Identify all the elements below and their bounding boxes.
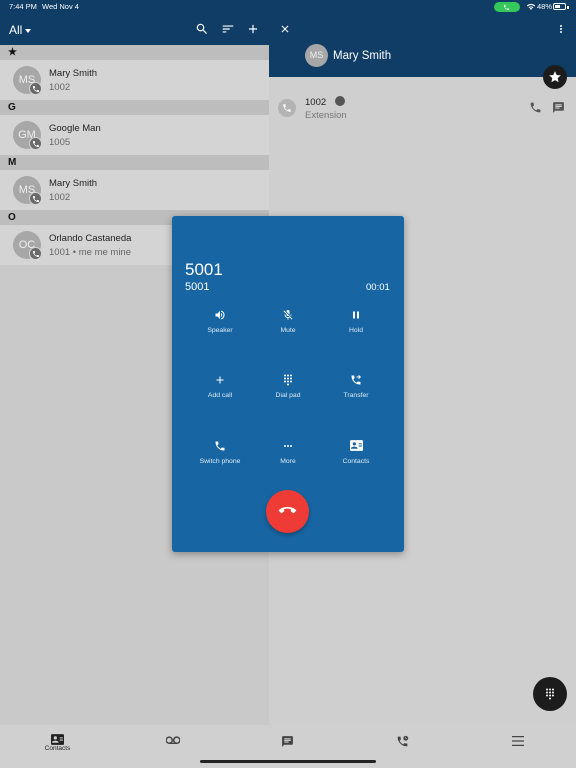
- tab-contacts[interactable]: Contacts: [0, 725, 115, 768]
- hold-label: Hold: [349, 327, 363, 334]
- extension-number: 1002: [305, 97, 327, 108]
- contact-name: Mary Smith: [49, 68, 98, 79]
- section-header: ★: [0, 45, 269, 60]
- extension-label: Extension: [305, 110, 347, 121]
- hangup-button[interactable]: [266, 490, 309, 533]
- dialpad-button[interactable]: [533, 677, 567, 711]
- contacts-header: All: [0, 14, 269, 45]
- contact-name: Google Man: [49, 123, 101, 134]
- contact-ext: 1001 • me me mine: [49, 247, 132, 258]
- status-bar: 7:44 PM Wed Nov 4 48%: [0, 0, 576, 14]
- more-button[interactable]: More: [255, 440, 321, 480]
- transfer-icon: [351, 375, 361, 385]
- active-call-pill[interactable]: [494, 2, 520, 12]
- transfer-label: Transfer: [343, 392, 369, 399]
- phone-icon: [278, 99, 296, 117]
- recents-icon: [397, 735, 409, 747]
- phone-icon: [503, 4, 510, 10]
- star-icon: [549, 71, 561, 83]
- phone-badge-icon: [29, 82, 42, 95]
- switch-phone-label: Switch phone: [199, 458, 241, 465]
- contact-detail-header: MS Mary Smith: [269, 14, 576, 77]
- add-call-button[interactable]: Add call: [187, 374, 253, 414]
- chevron-down-icon[interactable]: [25, 29, 31, 33]
- home-indicator[interactable]: [200, 760, 376, 763]
- phone-badge-icon: [29, 137, 42, 150]
- presence-icon: [335, 96, 345, 106]
- avatar: MS: [305, 44, 328, 67]
- close-icon[interactable]: [279, 23, 291, 35]
- phone-badge-icon: [29, 192, 42, 205]
- contact-detail-name: Mary Smith: [333, 50, 392, 62]
- menu-icon: [512, 736, 524, 746]
- search-icon[interactable]: [195, 22, 209, 36]
- mute-button[interactable]: Mute: [255, 309, 321, 349]
- contact-row[interactable]: MS Mary Smith 1002: [0, 170, 269, 210]
- contact-row[interactable]: GM Google Man 1005: [0, 115, 269, 155]
- tab-menu[interactable]: [460, 725, 575, 768]
- switch-phone-icon: [215, 441, 225, 451]
- mute-label: Mute: [280, 327, 296, 334]
- call-title: 5001: [185, 260, 223, 279]
- contact-ext: 1002: [49, 82, 71, 93]
- tab-contacts-label: Contacts: [44, 745, 71, 752]
- phone-badge-icon: [29, 247, 42, 260]
- speaker-button[interactable]: Speaker: [187, 309, 253, 349]
- dialpad-label: Dial pad: [275, 392, 301, 399]
- hangup-icon: [278, 507, 297, 514]
- contacts-button[interactable]: Contacts: [323, 440, 389, 480]
- active-call-dialog: 5001 5001 00:01 Speaker Mute Hold Add ca…: [172, 216, 404, 552]
- speaker-label: Speaker: [207, 327, 233, 334]
- add-icon[interactable]: [246, 22, 260, 36]
- contact-ext: 1005: [49, 137, 71, 148]
- status-time: 7:44 PM: [9, 2, 37, 11]
- contact-card-icon: [350, 440, 363, 451]
- sort-icon[interactable]: [221, 22, 235, 36]
- contacts-label: Contacts: [342, 458, 370, 465]
- mic-off-icon: [283, 310, 293, 320]
- dialpad-button[interactable]: Dial pad: [255, 374, 321, 414]
- dialpad-icon: [284, 374, 292, 386]
- contact-name: Orlando Castaneda: [49, 233, 132, 244]
- status-date: Wed Nov 4: [42, 2, 79, 11]
- pause-icon: [353, 311, 359, 319]
- phone-icon[interactable]: [529, 101, 542, 114]
- voicemail-icon: [166, 736, 180, 744]
- battery-percent: 48%: [537, 2, 553, 11]
- filter-dropdown[interactable]: All: [9, 23, 22, 37]
- favorite-button[interactable]: [543, 65, 567, 89]
- transfer-button[interactable]: Transfer: [323, 374, 389, 414]
- contact-name: Mary Smith: [49, 178, 98, 189]
- extension-row[interactable]: 1002 Extension: [269, 94, 576, 126]
- dialpad-icon: [546, 688, 554, 700]
- call-timer: 00:01: [366, 282, 390, 293]
- more-label: More: [280, 458, 296, 465]
- message-icon: [282, 736, 293, 747]
- section-header: G: [0, 100, 269, 115]
- battery-icon: [553, 3, 569, 10]
- contact-card-icon: [51, 734, 64, 745]
- more-icon: [284, 445, 292, 447]
- wifi-icon: [526, 3, 536, 10]
- hold-button[interactable]: Hold: [323, 309, 389, 349]
- section-header: M: [0, 155, 269, 170]
- speaker-icon: [215, 310, 225, 320]
- switch-phone-button[interactable]: Switch phone: [187, 440, 253, 480]
- message-icon[interactable]: [552, 101, 565, 114]
- contact-row[interactable]: MS Mary Smith 1002: [0, 60, 269, 100]
- more-vert-icon[interactable]: [555, 23, 567, 35]
- contact-ext: 1002: [49, 192, 71, 203]
- add-call-label: Add call: [207, 392, 233, 399]
- add-call-icon: [216, 376, 224, 384]
- call-number: 5001: [185, 281, 210, 293]
